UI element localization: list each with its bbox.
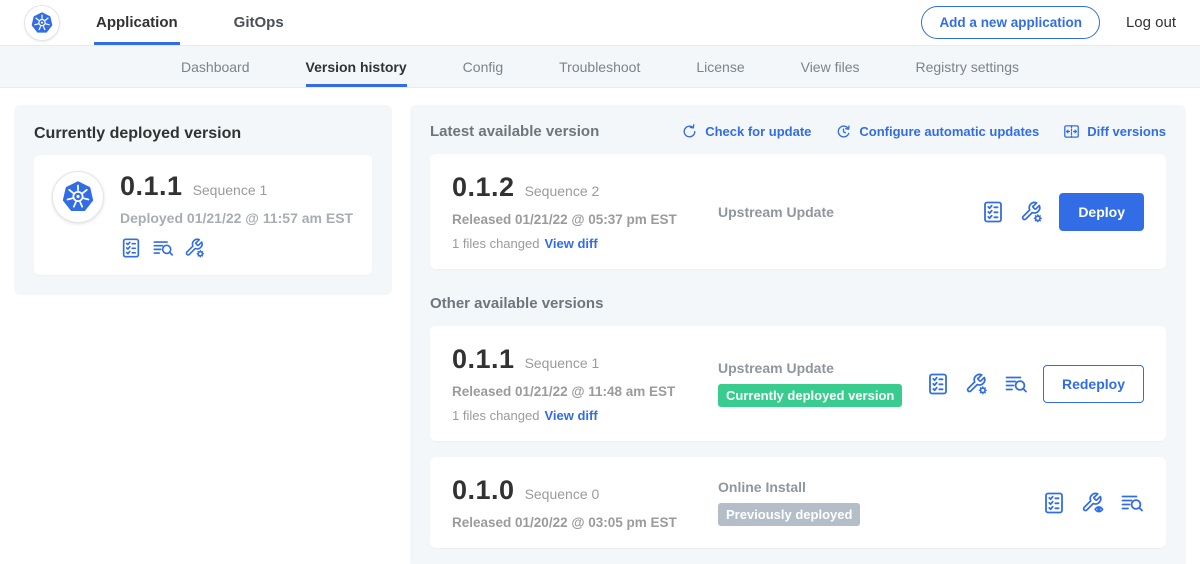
subnav-tab-dashboard[interactable]: Dashboard bbox=[181, 46, 250, 87]
files-changed-label: 1 files changed bbox=[452, 408, 539, 423]
previously-deployed-badge: Previously deployed bbox=[718, 503, 860, 526]
release-notes-icon[interactable] bbox=[120, 237, 142, 259]
version-info: 0.1.0 Sequence 0 Released 01/20/22 @ 03:… bbox=[452, 475, 702, 530]
app-subnav: Dashboard Version history Config Trouble… bbox=[0, 46, 1200, 88]
version-info: 0.1.2 Sequence 2 Released 01/21/22 @ 05:… bbox=[452, 172, 702, 251]
diff-versions-label: Diff versions bbox=[1087, 124, 1166, 139]
edit-config-icon[interactable] bbox=[965, 372, 989, 396]
available-versions-panel: Latest available version Check for updat… bbox=[410, 105, 1186, 564]
view-config-icon[interactable] bbox=[1081, 491, 1105, 515]
subnav-tab-config[interactable]: Config bbox=[463, 46, 503, 87]
app-tabs: Application GitOps bbox=[94, 0, 338, 45]
sequence-label: Sequence 2 bbox=[525, 183, 600, 199]
tab-gitops[interactable]: GitOps bbox=[232, 0, 286, 45]
app-header: Application GitOps Add a new application… bbox=[0, 0, 1200, 46]
version-card-0-1-0: 0.1.0 Sequence 0 Released 01/20/22 @ 03:… bbox=[430, 457, 1166, 548]
kubernetes-logo-icon bbox=[56, 175, 100, 219]
deploy-logs-icon[interactable] bbox=[152, 237, 174, 259]
version-number: 0.1.0 bbox=[452, 475, 515, 506]
release-notes-icon[interactable] bbox=[981, 200, 1005, 224]
auto-update-icon bbox=[835, 123, 852, 140]
subnav-tab-license[interactable]: License bbox=[696, 46, 744, 87]
version-number: 0.1.2 bbox=[452, 172, 515, 203]
release-notes-icon[interactable] bbox=[926, 372, 950, 396]
header-right: Add a new application Log out bbox=[921, 0, 1176, 45]
currently-deployed-title: Currently deployed version bbox=[34, 125, 372, 143]
deployed-version-card: 0.1.1 Sequence 1 Deployed 01/21/22 @ 11:… bbox=[34, 155, 372, 275]
released-timestamp: Released 01/21/22 @ 11:48 am EST bbox=[452, 384, 702, 399]
app-logo bbox=[52, 171, 104, 223]
version-number: 0.1.1 bbox=[452, 344, 515, 375]
deploy-logs-icon[interactable] bbox=[1120, 491, 1144, 515]
check-for-update-label: Check for update bbox=[705, 124, 811, 139]
version-source: Upstream Update Currently deployed versi… bbox=[702, 360, 914, 407]
version-source: Upstream Update bbox=[702, 204, 969, 220]
view-diff-link[interactable]: View diff bbox=[544, 236, 597, 251]
sequence-label: Sequence 1 bbox=[193, 182, 268, 198]
add-application-button[interactable]: Add a new application bbox=[921, 6, 1100, 39]
configure-automatic-updates-link[interactable]: Configure automatic updates bbox=[835, 123, 1039, 140]
version-info: 0.1.1 Sequence 1 Released 01/21/22 @ 11:… bbox=[452, 344, 702, 423]
version-number: 0.1.1 bbox=[120, 171, 183, 202]
kubernetes-logo bbox=[24, 5, 60, 41]
version-card-0-1-1: 0.1.1 Sequence 1 Released 01/21/22 @ 11:… bbox=[430, 326, 1166, 441]
edit-config-icon[interactable] bbox=[1020, 200, 1044, 224]
source-label: Upstream Update bbox=[718, 360, 914, 376]
source-label: Online Install bbox=[718, 479, 1030, 495]
logout-button[interactable]: Log out bbox=[1126, 14, 1176, 31]
version-actions: Check for update Configure automatic upd… bbox=[681, 123, 1166, 140]
deploy-logs-icon[interactable] bbox=[1004, 372, 1028, 396]
diff-icon bbox=[1063, 123, 1080, 140]
deployed-version-info: 0.1.1 Sequence 1 Deployed 01/21/22 @ 11:… bbox=[120, 171, 353, 259]
version-card-actions bbox=[1030, 491, 1144, 515]
other-versions-title: Other available versions bbox=[430, 295, 1166, 312]
diff-versions-link[interactable]: Diff versions bbox=[1063, 123, 1166, 140]
sequence-label: Sequence 1 bbox=[525, 355, 600, 371]
version-card-actions: Redeploy bbox=[914, 365, 1144, 403]
subnav-tab-registry-settings[interactable]: Registry settings bbox=[916, 46, 1019, 87]
sequence-label: Sequence 0 bbox=[525, 486, 600, 502]
tab-application[interactable]: Application bbox=[94, 0, 180, 45]
deployed-timestamp: Deployed 01/21/22 @ 11:57 am EST bbox=[120, 210, 353, 226]
subnav-tab-view-files[interactable]: View files bbox=[801, 46, 860, 87]
configure-automatic-updates-label: Configure automatic updates bbox=[859, 124, 1039, 139]
released-timestamp: Released 01/21/22 @ 05:37 pm EST bbox=[452, 212, 702, 227]
version-card-actions: Deploy bbox=[969, 193, 1144, 231]
subnav-tab-version-history[interactable]: Version history bbox=[306, 46, 407, 87]
release-notes-icon[interactable] bbox=[1042, 491, 1066, 515]
currently-deployed-badge: Currently deployed version bbox=[718, 384, 902, 407]
currently-deployed-panel: Currently deployed version 0.1.1 Sequenc… bbox=[14, 105, 392, 295]
latest-available-title: Latest available version bbox=[430, 123, 599, 140]
main-content: Currently deployed version 0.1.1 Sequenc… bbox=[0, 88, 1200, 564]
deploy-button[interactable]: Deploy bbox=[1059, 193, 1144, 231]
version-source: Online Install Previously deployed bbox=[702, 479, 1030, 526]
refresh-icon bbox=[681, 123, 698, 140]
released-timestamp: Released 01/20/22 @ 03:05 pm EST bbox=[452, 515, 702, 530]
redeploy-button[interactable]: Redeploy bbox=[1043, 365, 1144, 403]
files-changed-label: 1 files changed bbox=[452, 236, 539, 251]
kubernetes-logo-icon bbox=[27, 8, 57, 38]
check-for-update-link[interactable]: Check for update bbox=[681, 123, 811, 140]
subnav-tab-troubleshoot[interactable]: Troubleshoot bbox=[559, 46, 640, 87]
source-label: Upstream Update bbox=[718, 204, 969, 220]
view-diff-link[interactable]: View diff bbox=[544, 408, 597, 423]
edit-config-icon[interactable] bbox=[184, 237, 206, 259]
version-card-latest: 0.1.2 Sequence 2 Released 01/21/22 @ 05:… bbox=[430, 154, 1166, 269]
